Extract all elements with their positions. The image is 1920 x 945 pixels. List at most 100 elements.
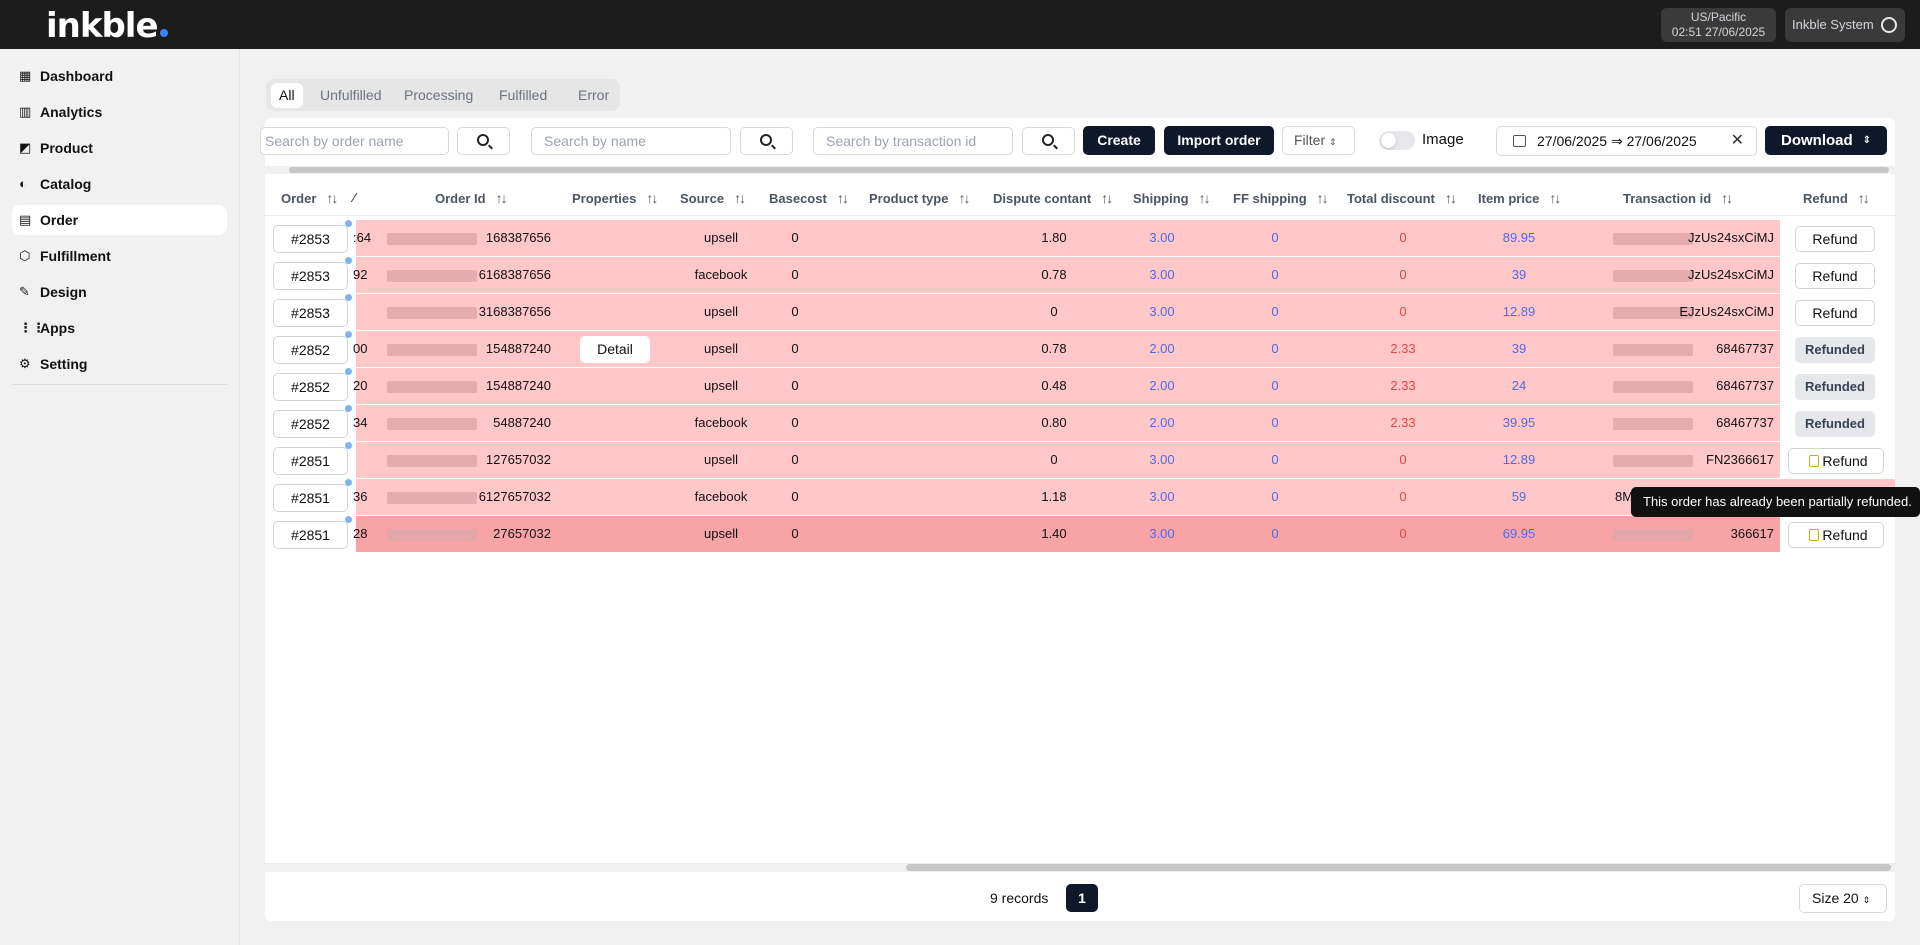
column-header-shipping[interactable]: Shipping ↑↓ (1133, 180, 1211, 216)
sort-icon[interactable]: ↑↓ (646, 180, 658, 216)
column-header-ff-shipping[interactable]: FF shipping ↑↓ (1233, 180, 1329, 216)
status-dot (345, 257, 352, 264)
tab-processing[interactable]: Processing (396, 83, 481, 108)
dispute-content: 0.78 (1041, 341, 1067, 356)
table-row[interactable]: #2852 34 54887240 facebook 0 0.80 2.00 0 2.33 39.… (265, 405, 1895, 442)
sidebar-item-analytics[interactable]: ▥ Analytics (12, 97, 227, 127)
refund-cell: Refunded (1780, 331, 1895, 367)
sidebar-item-fulfillment[interactable]: ⬡ Fulfillment (12, 241, 227, 271)
gear-icon: ⚙ (19, 356, 31, 371)
refund-button[interactable]: Refund (1795, 226, 1875, 252)
page-button-1[interactable]: 1 (1066, 884, 1098, 912)
logo[interactable]: inkble (46, 6, 168, 46)
sidebar-item-dashboard[interactable]: ▦ Dashboard (12, 61, 227, 91)
tab-unfulfilled[interactable]: Unfulfilled (312, 83, 389, 108)
table-row[interactable]: #2851 28 27657032 upsell 0 1.40 3.00 0 0 69.95 366… (265, 516, 1895, 553)
truncated-cell: 36 (353, 489, 368, 504)
sort-icon[interactable]: ↑↓ (837, 180, 849, 216)
table-scrollbar-top[interactable] (265, 166, 1895, 174)
column-header-order-id[interactable]: Order Id ↑↓ (435, 180, 508, 216)
clear-icon[interactable]: ✕ (1731, 127, 1744, 155)
order-name-button[interactable]: #2851 (273, 521, 348, 549)
total-discount: 0 (1399, 230, 1407, 245)
sort-icon[interactable]: ↑↓ (1101, 180, 1113, 216)
search-name-button[interactable] (740, 127, 793, 155)
sidebar-item-product[interactable]: ◩ Product (12, 133, 227, 163)
sidebar-item-catalog[interactable]: ◐ Catalog (12, 169, 227, 199)
sort-icon[interactable]: ↑↓ (734, 180, 746, 216)
sort-icon[interactable]: ↑↓ (1445, 180, 1457, 216)
column-header-label: Properties (572, 191, 637, 206)
table-row[interactable]: #2853 92 6168387656 facebook 0 0.78 3.00 0 0 39 Jz… (265, 257, 1895, 294)
column-header-label: Product type (869, 191, 949, 206)
sort-icon[interactable]: ↑↓ (1317, 180, 1329, 216)
sidebar-item-order[interactable]: ▤ Order (12, 205, 227, 235)
date-range-picker[interactable]: 27/06/2025 ⇒ 27/06/2025 ✕ (1496, 126, 1757, 156)
tab-error[interactable]: Error (570, 83, 617, 108)
item-price: 89.95 (1502, 230, 1536, 245)
sort-icon[interactable]: ↑↓ (326, 180, 338, 216)
filter-button[interactable]: Filter ⇕ (1282, 126, 1355, 155)
total-discount: 0 (1399, 304, 1407, 319)
order-name-button[interactable]: #2852 (273, 373, 348, 401)
refund-button[interactable]: Refund (1795, 300, 1875, 326)
search-transaction-button[interactable] (1022, 127, 1075, 155)
order-name-button[interactable]: #2853 (273, 299, 348, 327)
page-size-select[interactable]: Size 20 ⇕ (1799, 884, 1887, 913)
column-header-refund[interactable]: Refund ↑↓ (1803, 180, 1870, 216)
sort-icon[interactable]: ↑↓ (1721, 180, 1733, 216)
column-header-transaction-id[interactable]: Transaction id ↑↓ (1623, 180, 1733, 216)
table-row[interactable]: #2851 127657032 upsell 0 0 3.00 0 0 12.89 FN23666… (265, 442, 1895, 479)
order-name-button[interactable]: #2852 (273, 336, 348, 364)
refund-button[interactable]: Refund (1788, 448, 1884, 474)
refund-cell: Refund (1780, 516, 1895, 552)
sidebar-item-design[interactable]: ✎ Design (12, 277, 227, 307)
search-transaction-input[interactable]: Search by transaction id (813, 127, 1013, 155)
sidebar-item-setting[interactable]: ⚙ Setting (12, 349, 227, 379)
column-header-basecost[interactable]: Basecost ↑↓ (769, 180, 849, 216)
image-toggle[interactable] (1379, 131, 1415, 150)
column-header-total-discount[interactable]: Total discount ↑↓ (1347, 180, 1457, 216)
apps-icon: ⋮⋮ (19, 320, 45, 335)
search-order-input[interactable]: Search by order name (260, 127, 449, 155)
table-row[interactable]: #2853 3168387656 upsell 0 0 3.00 0 0 12.89 EJzUs2… (265, 294, 1895, 331)
sort-icon[interactable]: ↑↓ (1549, 180, 1561, 216)
download-button[interactable]: Download ⇕ (1765, 126, 1887, 155)
table-row[interactable]: #2852 00 154887240 Detail upsell 0 0.78 2.00 0 2.… (265, 331, 1895, 368)
refund-button[interactable]: Refund (1788, 522, 1884, 548)
tab-all[interactable]: All (271, 83, 303, 108)
search-name-input[interactable]: Search by name (531, 127, 731, 155)
user-name: Inkble System (1792, 17, 1874, 32)
sort-icon[interactable]: ↑↓ (496, 180, 508, 216)
column-header-item-price[interactable]: Item price ↑↓ (1478, 180, 1561, 216)
column-header-source[interactable]: Source ↑↓ (680, 180, 746, 216)
search-order-button[interactable] (457, 127, 510, 155)
transaction-id: 68467737 (1716, 415, 1774, 430)
order-name-button[interactable]: #2852 (273, 410, 348, 438)
sort-icon[interactable]: ↑↓ (1858, 180, 1870, 216)
scrollbar-thumb[interactable] (906, 864, 1891, 871)
sidebar-item-apps[interactable]: ⋮⋮ Apps (12, 313, 227, 343)
column-header-order[interactable]: Order ↑↓ (281, 180, 338, 216)
column-header-dispute-contant[interactable]: Dispute contant ↑↓ (993, 180, 1113, 216)
sort-icon[interactable]: ↑↓ (958, 180, 970, 216)
refund-button[interactable]: Refund (1795, 263, 1875, 289)
table-row[interactable]: #2852 20 154887240 upsell 0 0.48 2.00 0 2.33 24 68… (265, 368, 1895, 405)
sort-icon[interactable]: ↑↓ (1199, 180, 1211, 216)
order-name-button[interactable]: #2853 (273, 225, 348, 253)
table-row[interactable]: #2853:64 168387656 upsell 0 1.80 3.00 0 0 89.95 J… (265, 220, 1895, 257)
import-order-button[interactable]: Import order (1164, 126, 1274, 155)
user-menu[interactable]: Inkble System (1785, 8, 1905, 42)
truncated-cell: 34 (353, 415, 368, 430)
column-header-properties[interactable]: Properties ↑↓ (572, 180, 658, 216)
scrollbar-thumb[interactable] (289, 167, 1889, 173)
order-name-button[interactable]: #2853 (273, 262, 348, 290)
order-name-button[interactable]: #2851 (273, 447, 348, 475)
table-scrollbar-bottom[interactable] (265, 863, 1895, 872)
order-name-button[interactable]: #2851 (273, 484, 348, 512)
tab-fulfilled[interactable]: Fulfilled (491, 83, 555, 108)
column-header-product-type[interactable]: Product type ↑↓ (869, 180, 970, 216)
create-button[interactable]: Create (1083, 126, 1155, 155)
detail-button[interactable]: Detail (580, 336, 650, 363)
order-id: 54887240 (493, 415, 551, 430)
